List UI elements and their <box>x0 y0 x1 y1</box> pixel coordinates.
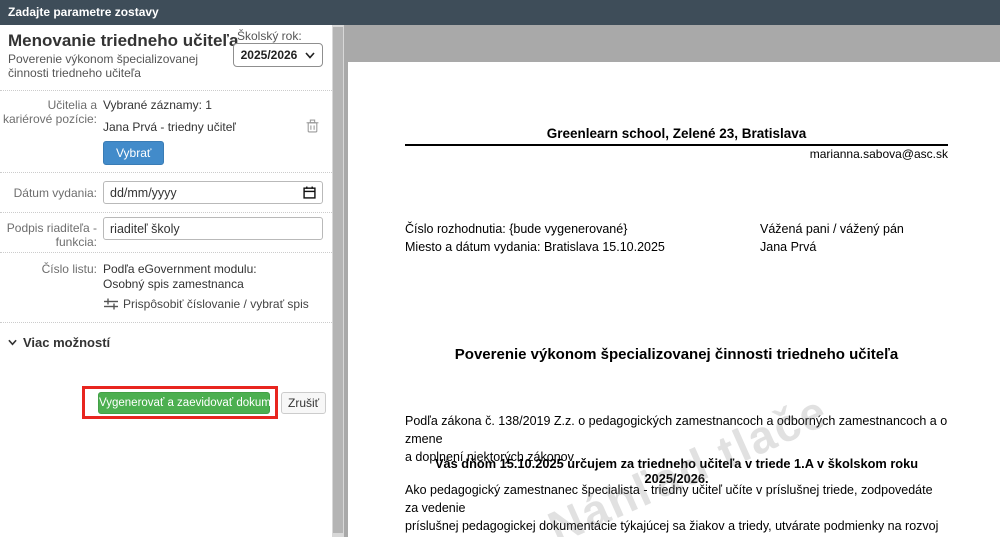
document-page: Greenlearn school, Zelené 23, Bratislava… <box>348 62 1000 537</box>
parameters-panel: Menovanie triedneho učiteľa Poverenie vý… <box>0 25 332 537</box>
school-year-value: 2025/2026 <box>241 48 298 62</box>
chevron-down-icon <box>8 339 17 346</box>
egov-module-line1: Podľa eGovernment modulu: <box>103 262 257 277</box>
paragraph-duties-line: príslušnej pedagogickej dokumentácie týk… <box>405 517 948 537</box>
egov-module-line2: Osobný spis zamestnanca <box>103 277 244 292</box>
selected-records-count: Vybrané záznamy: 1 <box>103 98 212 112</box>
report-title: Menovanie triedneho učiteľa <box>8 31 238 51</box>
school-year-select[interactable]: 2025/2026 <box>233 43 323 67</box>
place-and-date: Miesto a dátum vydania: Bratislava 15.10… <box>405 240 665 254</box>
report-subtitle: Poverenie výkonom špecializovanej činnos… <box>8 52 230 80</box>
signature-label: Podpis riaditeľa - funkcia: <box>0 221 97 249</box>
calendar-icon[interactable] <box>303 186 317 200</box>
cancel-button[interactable]: Zrušiť <box>281 392 326 414</box>
tune-icon <box>104 298 118 310</box>
divider <box>0 252 332 253</box>
more-options-label: Viac možností <box>23 335 110 350</box>
salutation: Vážená pani / vážený pán <box>760 222 904 236</box>
document-preview: Greenlearn school, Zelené 23, Bratislava… <box>344 25 1000 537</box>
letter-number-label: Číslo listu: <box>0 262 97 276</box>
divider <box>0 322 332 323</box>
issue-date-input[interactable] <box>103 181 323 204</box>
chevron-down-icon <box>305 52 315 59</box>
dialog-title: Zadajte parametre zostavy <box>8 5 159 19</box>
paragraph-duties-line: Ako pedagogický zamestnanec špecialista … <box>405 481 948 517</box>
school-year-label: Školský rok: <box>237 29 302 43</box>
teachers-label: Učitelia a kariérové pozície: <box>0 98 97 126</box>
school-email: marianna.sabova@asc.sk <box>405 147 948 161</box>
panel-scrollbar[interactable] <box>332 25 344 537</box>
dialog-titlebar: Zadajte parametre zostavy <box>0 0 1000 25</box>
divider <box>0 172 332 173</box>
divider <box>0 90 332 91</box>
paragraph-duties: Ako pedagogický zamestnanec špecialista … <box>405 481 948 537</box>
generate-documents-button[interactable]: Vygenerovať a zaevidovať dokumenty <box>98 392 270 414</box>
recipient-name: Jana Prvá <box>760 240 816 254</box>
customize-numbering-label: Prispôsobiť číslovanie / vybrať spis <box>123 297 309 311</box>
divider <box>0 212 332 213</box>
customize-numbering-link[interactable]: Prispôsobiť číslovanie / vybrať spis <box>104 297 309 311</box>
document-title: Poverenie výkonom špecializovanej činnos… <box>405 346 948 363</box>
scrollbar-thumb[interactable] <box>333 27 343 533</box>
signature-input[interactable] <box>103 217 323 240</box>
school-header: Greenlearn school, Zelené 23, Bratislava <box>405 126 948 146</box>
issue-date-label: Dátum vydania: <box>0 186 97 200</box>
paragraph-law-line: Podľa zákona č. 138/2019 Z.z. o pedagogi… <box>405 412 948 448</box>
more-options-toggle[interactable]: Viac možností <box>8 335 110 350</box>
trash-icon[interactable] <box>306 119 322 135</box>
decision-number: Číslo rozhodnutia: {bude vygenerované} <box>405 222 627 236</box>
choose-teacher-button[interactable]: Vybrať <box>103 141 164 165</box>
selected-teacher-item: Jana Prvá - triedny učiteľ <box>103 120 236 134</box>
